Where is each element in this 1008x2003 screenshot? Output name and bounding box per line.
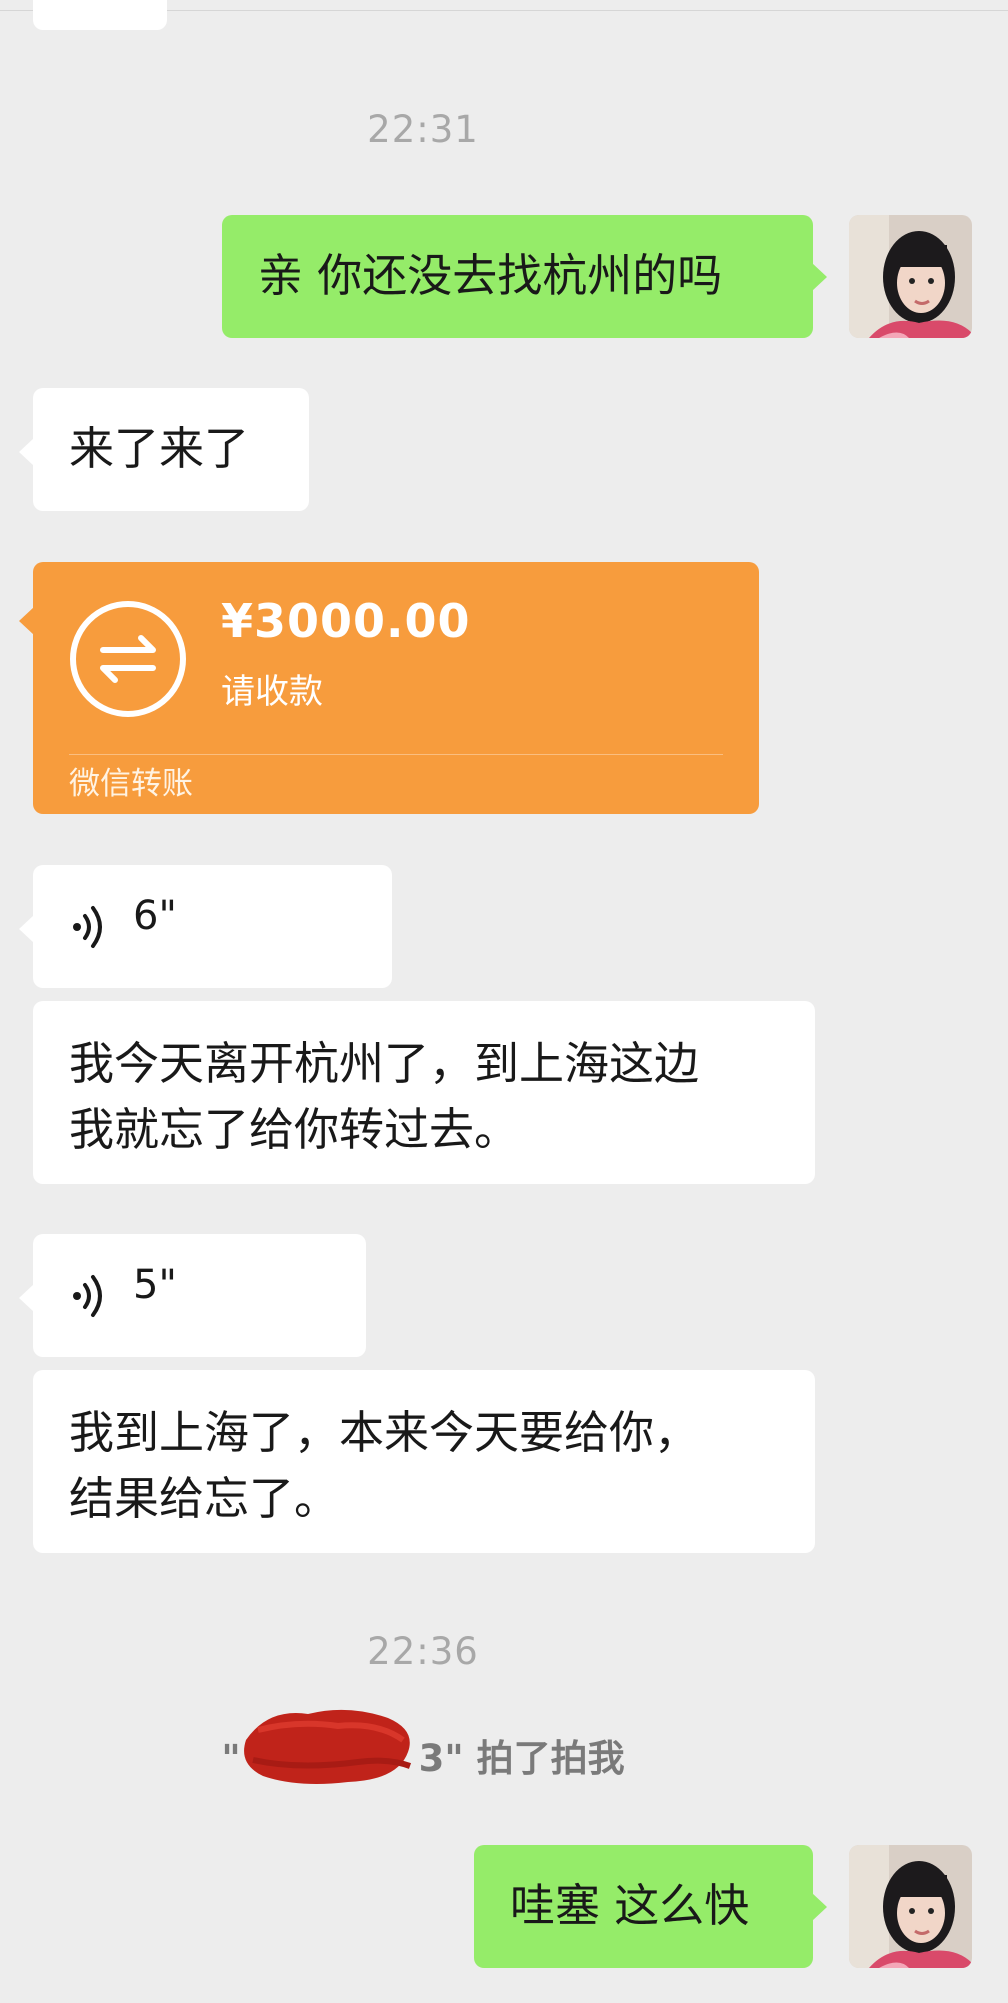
transfer-footer-label: 微信转账	[69, 766, 193, 802]
self-avatar-image	[849, 1845, 972, 1968]
pat-system-message: " 3" 拍了拍我	[0, 1728, 846, 1782]
voice-wave-icon	[73, 906, 102, 948]
outgoing-message-bubble[interactable]: 亲 你还没去找杭州的吗	[222, 215, 827, 338]
message-text: 来了来了	[69, 422, 250, 475]
transfer-status: 请收款	[221, 672, 323, 712]
avatar[interactable]	[849, 215, 972, 338]
message-text: 哇塞 这么快	[510, 1879, 750, 1932]
incoming-message-bubble[interactable]: 来了来了	[19, 388, 309, 511]
transfer-divider	[69, 754, 723, 755]
message-text: 我今天离开杭州了，到上海这边 我就忘了给你转过去。	[69, 1037, 700, 1156]
incoming-message-bubble[interactable]: 我到上海了，本来今天要给你， 结果给忘了。	[33, 1370, 815, 1553]
voice-message-bubble[interactable]: 5"	[19, 1234, 366, 1357]
message-text: 我到上海了，本来今天要给你， 结果给忘了。	[69, 1406, 700, 1525]
outgoing-message-bubble[interactable]: 哇塞 这么快	[474, 1845, 827, 1968]
incoming-message-bubble[interactable]: 我今天离开杭州了，到上海这边 我就忘了给你转过去。	[33, 1001, 815, 1184]
voice-duration: 6"	[133, 893, 177, 939]
pat-text: 拍了拍我	[476, 1737, 625, 1780]
wechat-transfer-card[interactable]: ¥3000.00 请收款 微信转账	[19, 562, 759, 814]
pat-quote-close: 3"	[418, 1737, 464, 1780]
transfer-amount: ¥3000.00	[221, 594, 471, 648]
timestamp: 22:36	[367, 1630, 479, 1673]
self-avatar-image	[849, 215, 972, 338]
voice-message-bubble[interactable]: 6"	[19, 865, 392, 988]
timestamp: 22:31	[367, 108, 479, 151]
voice-wave-icon	[73, 1275, 102, 1317]
redaction-scribble	[244, 1709, 412, 1784]
message-text: 亲 你还没去找杭州的吗	[258, 249, 723, 302]
voice-duration: 5"	[133, 1262, 177, 1308]
transfer-arrows-icon	[70, 601, 186, 717]
avatar[interactable]	[849, 1845, 972, 1968]
cut-off-message-bubble[interactable]	[33, 0, 167, 30]
